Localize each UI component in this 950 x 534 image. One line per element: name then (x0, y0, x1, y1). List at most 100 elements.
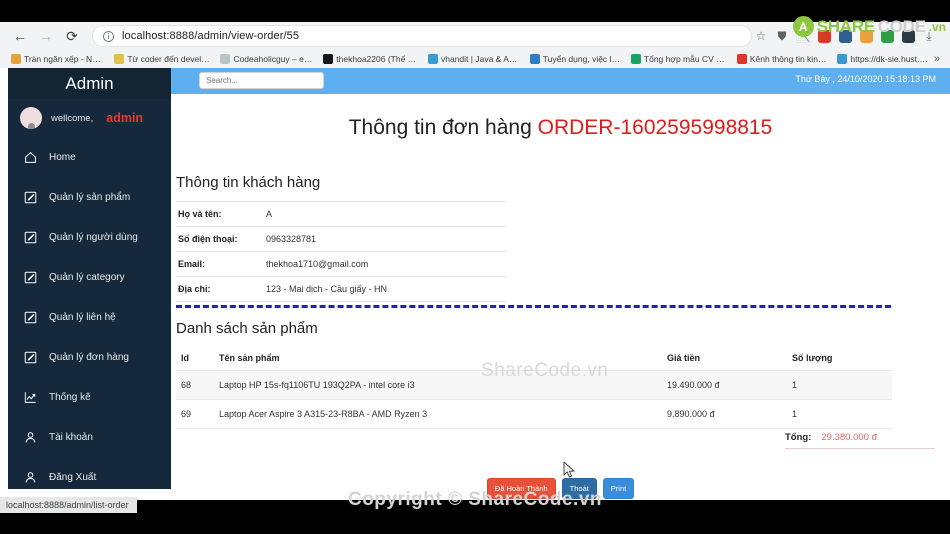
bookmark-label: Codeaholicguy – en... (233, 54, 314, 64)
bookmark-label: Tràn ngăn xếp - Nơi... (24, 54, 105, 64)
mouse-cursor (563, 462, 576, 478)
address-bar[interactable]: i localhost:8888/admin/view-order/55 (92, 25, 752, 47)
sidebar-item-label: Quản lý đơn hàng (49, 351, 129, 363)
sidebar-item-label: Thống kê (49, 391, 91, 403)
table-column-header: Giá tiền (667, 353, 701, 363)
datetime-label: Thứ Bảy , 24/10/2020 15:18:13 PM (795, 74, 936, 84)
bookmark-item[interactable]: https://dk-sie.hust.e... (832, 54, 933, 64)
page-title-prefix: Thông tin đơn hàng (348, 116, 538, 139)
bookmark-item[interactable]: Codeaholicguy – en... (215, 54, 318, 64)
sidebar-item-6[interactable]: Quản lý đơn hàng (8, 337, 171, 377)
bookmark-item[interactable]: Kênh thông tin kinh... (732, 54, 833, 64)
section-divider (176, 305, 891, 308)
table-column-header: Id (181, 353, 189, 363)
address-bar-url: localhost:8888/admin/view-order/55 (122, 30, 300, 42)
sidebar-item-4[interactable]: Quản lý category (8, 257, 171, 297)
forward-arrow-icon[interactable]: → (34, 24, 58, 48)
sharecode-logo-watermark: A SHARE CODE .vn (792, 16, 946, 37)
bookmark-favicon-icon (114, 54, 125, 64)
customer-info-key: Số điện thoại: (176, 226, 264, 252)
customer-info-value: thekhoa1710@gmail.com (264, 251, 506, 277)
total-value: 29.380.000 đ (821, 432, 877, 443)
edit-square-icon (23, 310, 37, 324)
bookmark-item[interactable]: vhandit | Java & Agile (423, 54, 525, 64)
bookmark-label: https://dk-sie.hust.e... (850, 54, 929, 64)
search-input[interactable] (199, 72, 324, 89)
bookmark-item[interactable]: Tuyển dụng, việc là... (525, 54, 626, 64)
product-qty: 1 (787, 370, 892, 400)
sidebar-item-7[interactable]: Thống kê (8, 377, 171, 417)
avatar (20, 107, 42, 129)
bookmark-star-icon[interactable]: ☆ (752, 27, 770, 45)
welcome-label: wellcome, (51, 112, 94, 124)
sidebar-item-label: Quản lý người dùng (49, 231, 138, 243)
sharecode-logo-mark: A (792, 16, 814, 37)
sidebar-item-1[interactable]: Home (8, 137, 171, 177)
customer-info-row: Địa chỉ: 123 - Mai dịch - Cầu giấy - HN (176, 276, 506, 302)
page-content: Thông tin đơn hàng ORDER-1602595998815 T… (171, 94, 950, 499)
user-icon (23, 470, 37, 484)
sharecode-logo-vn: .vn (928, 19, 946, 34)
sidebar-item-8[interactable]: Tài khoản (8, 417, 171, 457)
sidebar-item-label: Quản lý category (49, 271, 125, 283)
page-title: Thông tin đơn hàng ORDER-1602595998815 (171, 116, 950, 140)
customer-info-block: Thông tin khách hàng Họ và tên: A Số điện … (176, 174, 506, 302)
product-id: 68 (176, 370, 214, 400)
sidebar-item-label: Quản lý sản phẩm (49, 191, 131, 203)
customer-info-row: Email: thekhoa1710@gmail.com (176, 251, 506, 277)
customer-info-row: Số điện thoại: 0963328781 (176, 226, 506, 252)
reload-icon[interactable]: ⟳ (60, 24, 84, 48)
sidebar-item-3[interactable]: Quản lý người dùng (8, 217, 171, 257)
bookmark-label: vhandit | Java & Agile (441, 54, 520, 64)
customer-info-heading: Thông tin khách hàng (176, 174, 321, 191)
bookmark-favicon-icon (428, 54, 438, 64)
customer-info-value: 0963328781 (264, 226, 506, 252)
bookmark-label: Tổng hợp mẫu CV xi... (643, 54, 727, 64)
bookmark-favicon-icon (736, 54, 747, 64)
bookmark-item[interactable]: Tràn ngăn xếp - Nơi... (6, 54, 109, 64)
total-label: Tổng: (785, 432, 812, 443)
order-code: ORDER-1602595998815 (537, 116, 773, 139)
bookmark-favicon-icon (220, 54, 231, 64)
table-watermark: ShareCode.vn (481, 360, 609, 381)
product-name: Laptop Acer Aspire 3 A315-23-R8BA - AMD … (214, 399, 662, 429)
username-label: admin (106, 111, 144, 125)
home-icon (23, 150, 37, 164)
shield-icon[interactable]: ⛊ (773, 27, 791, 45)
product-list-heading: Danh sách sản phẩm (176, 320, 318, 337)
product-price: 9.890.000 đ (662, 399, 787, 429)
product-qty: 1 (787, 399, 892, 429)
web-page: Admin wellcome, admin Home Quản lý sản ph… (0, 68, 950, 500)
edit-square-icon (23, 190, 37, 204)
bookmark-favicon-icon (11, 54, 21, 64)
bookmark-favicon-icon (323, 54, 334, 64)
sidebar-item-5[interactable]: Quản lý liên hệ (8, 297, 171, 337)
customer-info-key: Họ và tên: (176, 201, 264, 227)
footer-watermark: Copyright © ShareCode.vn (347, 489, 603, 510)
sidebar-title: Admin (8, 68, 171, 99)
sharecode-logo-code: CODE (877, 16, 926, 36)
bookmark-item[interactable]: thekhoa2206 (Thế K... (318, 54, 423, 64)
screen: ← → ⟳ i localhost:8888/admin/view-order/… (0, 0, 950, 534)
user-icon (23, 430, 37, 444)
site-info-icon[interactable]: i (103, 30, 114, 42)
sidebar-user: wellcome, admin (8, 99, 171, 137)
back-arrow-icon[interactable]: ← (8, 24, 32, 48)
chart-line-icon (23, 390, 37, 404)
bookmark-favicon-icon (529, 54, 540, 64)
product-id: 69 (176, 399, 214, 429)
bookmark-favicon-icon (837, 54, 848, 64)
bookmark-item[interactable]: Tổng hợp mẫu CV xi... (626, 54, 732, 64)
customer-info-key: Địa chỉ: (176, 276, 264, 302)
customer-info-table: Họ và tên: A Số điện thoại: 0963328781 Email… (176, 201, 506, 302)
edit-square-icon (23, 230, 37, 244)
order-total: Tổng: 29.380.000 đ (785, 432, 935, 449)
bookmarks-overflow-icon[interactable]: » (934, 53, 944, 65)
sidebar-item-2[interactable]: Quản lý sản phẩm (8, 177, 171, 217)
edit-square-icon (23, 350, 37, 364)
sidebar-item-label: Tài khoản (49, 431, 93, 443)
bookmark-label: thekhoa2206 (Thế K... (336, 54, 418, 64)
bookmark-item[interactable]: Từ coder đến develo... (109, 54, 215, 64)
edit-square-icon (23, 270, 37, 284)
page-topbar: Thứ Bảy , 24/10/2020 15:18:13 PM (171, 68, 950, 94)
